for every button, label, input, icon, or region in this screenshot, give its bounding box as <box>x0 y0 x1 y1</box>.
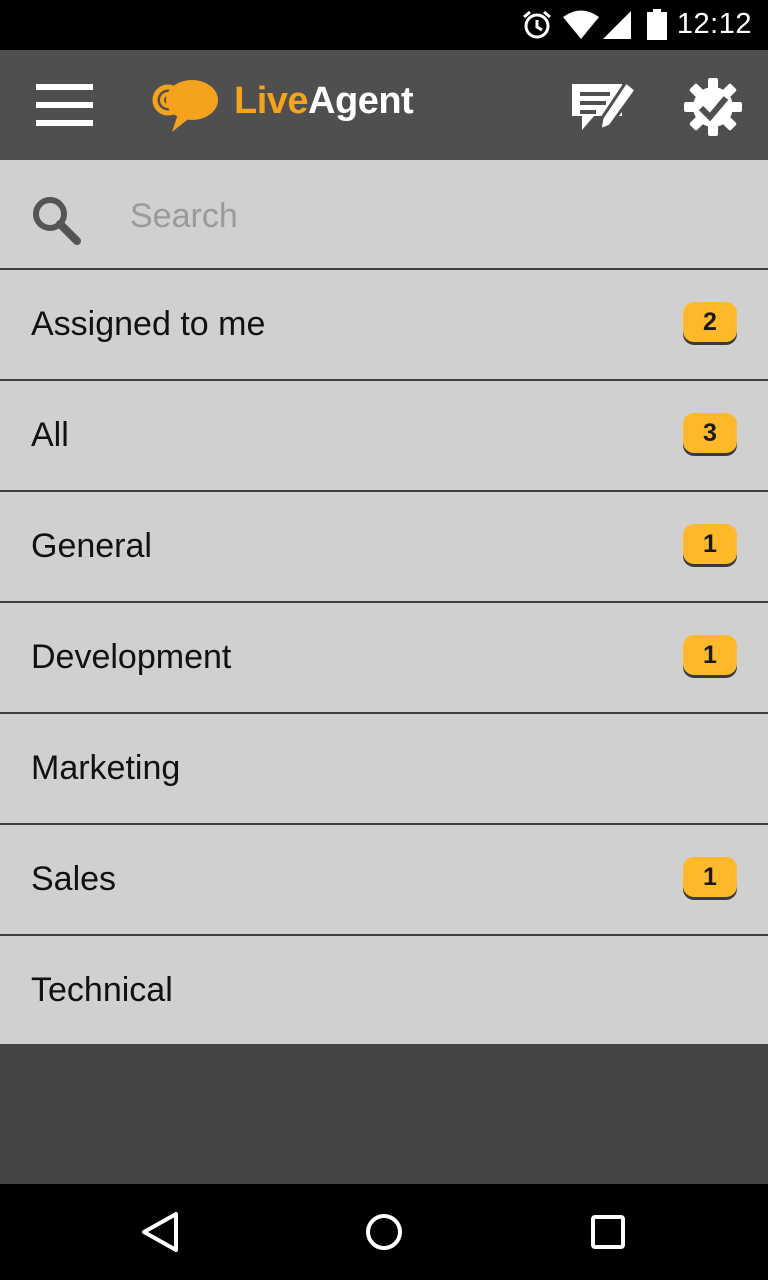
status-bar: 12:12 <box>0 0 768 50</box>
recents-icon[interactable] <box>584 1208 632 1256</box>
logo-agent-text: Agent <box>308 80 414 122</box>
list-item-assigned-to-me[interactable]: Assigned to me 2 <box>0 270 768 381</box>
list-item-label: Assigned to me <box>31 305 266 343</box>
liveagent-logo: LiveAgent <box>150 76 430 136</box>
list-item-marketing[interactable]: Marketing <box>0 714 768 825</box>
compose-icon[interactable] <box>570 80 638 134</box>
count-badge: 1 <box>683 635 737 675</box>
alarm-icon <box>523 10 551 39</box>
cell-signal-icon <box>603 11 631 39</box>
department-list: Assigned to me 2 All 3 General 1 Develop… <box>0 270 768 1044</box>
list-item-label: Marketing <box>31 749 181 787</box>
list-item-all[interactable]: All 3 <box>0 381 768 492</box>
battery-icon <box>647 9 667 40</box>
settings-check-icon[interactable] <box>684 78 742 136</box>
list-item-sales[interactable]: Sales 1 <box>0 825 768 936</box>
list-item-label: Technical <box>31 971 173 1009</box>
logo-text: LiveAgent <box>234 80 414 123</box>
list-item-label: All <box>31 416 69 454</box>
list-item-development[interactable]: Development 1 <box>0 603 768 714</box>
menu-icon[interactable] <box>36 84 93 126</box>
chat-bubble-logo-icon <box>152 80 218 132</box>
count-badge: 1 <box>683 857 737 897</box>
logo-live-text: Live <box>234 80 309 122</box>
home-icon[interactable] <box>360 1208 408 1256</box>
search-bar <box>0 160 768 270</box>
list-item-general[interactable]: General 1 <box>0 492 768 603</box>
count-badge: 3 <box>683 413 737 453</box>
list-item-label: Development <box>31 638 232 676</box>
app-bar: LiveAgent <box>0 50 768 160</box>
system-nav-bar <box>0 1184 768 1280</box>
list-item-label: Sales <box>31 860 117 898</box>
back-icon[interactable] <box>136 1208 184 1256</box>
search-icon <box>33 197 81 245</box>
list-item-label: General <box>31 527 152 565</box>
list-item-technical[interactable]: Technical <box>0 936 768 1044</box>
count-badge: 1 <box>683 524 737 564</box>
wifi-icon <box>563 10 599 39</box>
search-input[interactable] <box>130 190 710 242</box>
clock: 12:12 <box>676 8 752 40</box>
count-badge: 2 <box>683 302 737 342</box>
